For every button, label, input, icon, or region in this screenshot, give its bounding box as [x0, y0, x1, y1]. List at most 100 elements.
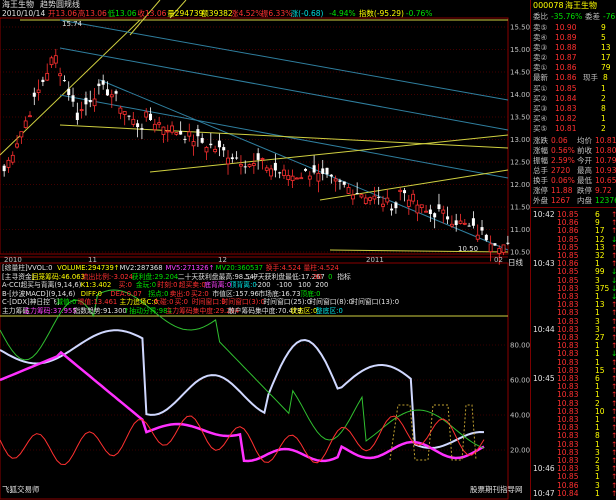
candle-body	[286, 175, 291, 180]
candle-body	[446, 216, 450, 220]
indicator-tick-label: 80.00	[510, 342, 530, 350]
candle-body	[484, 234, 488, 241]
candle-body	[338, 180, 342, 182]
ohlc-field: 高13.06	[77, 9, 107, 18]
candle-body	[67, 88, 71, 96]
indicator-field: 0	[328, 272, 333, 281]
candle-body	[256, 153, 260, 160]
committee-label: 委比	[533, 12, 548, 21]
candle-body	[403, 190, 407, 194]
candle-body	[415, 204, 420, 214]
sell-level: 卖⑤ 10.90 9	[531, 23, 616, 32]
indicator-tick-label: 40.00	[510, 412, 530, 420]
candle-body	[204, 146, 209, 153]
ohlc-info-bar: 2010/10/14 开13.06 高13.06 低13.06 收13.06 量2947…	[0, 9, 530, 18]
candle-body	[131, 118, 136, 125]
indicator-field: 状态区:0	[290, 306, 318, 315]
last-price-row: 最新 10.86 现手 8	[531, 73, 616, 82]
sell-price: 10.89	[555, 33, 577, 42]
candle-body	[10, 154, 15, 163]
candle-body	[230, 157, 234, 160]
stat-value: 0.06	[551, 136, 568, 145]
buy-level: 买⑤ 10.81 2	[531, 124, 616, 133]
sell-volume: 9	[601, 23, 606, 32]
stat-value: 10.80	[595, 146, 616, 155]
stat-row: 涨跌 0.06 均价 10.81	[531, 136, 616, 145]
candle-body	[449, 223, 454, 227]
quote-header: 000078 海王生物	[531, 1, 616, 10]
candle-body	[183, 138, 187, 140]
candle-body	[209, 143, 213, 146]
sell-volume: 5	[601, 33, 606, 42]
buy-volume: 1	[601, 84, 606, 93]
stat-row: 总手 2720 最高 10.93	[531, 166, 616, 175]
kline-chart[interactable]: 15.50 15.00 14.50 14.00 13.50 13.00 12.50 12.00…	[0, 0, 530, 500]
stock-code: 000078	[533, 1, 564, 10]
buy-price: 10.83	[555, 104, 577, 113]
ohlc-field: 涨(-0.68)	[290, 9, 324, 18]
ohlc-field: 开13.06	[48, 9, 77, 18]
ohlc-field: 振6.33%	[260, 9, 293, 18]
price-tick-label: 10.50	[510, 249, 530, 257]
candle-body	[88, 100, 92, 103]
price-tick-label: 12.50	[510, 159, 530, 167]
indicator-field: 整底区:0	[315, 306, 343, 315]
committee-value: -35.76%	[551, 12, 583, 21]
chart-name: 趋势圆规线	[40, 0, 80, 9]
ohlc-field: 指数(-95.29)	[358, 9, 404, 18]
candle-body	[462, 222, 467, 225]
candle-body	[97, 83, 101, 87]
indicator-field: 指数趋势:91.300	[73, 306, 127, 315]
candle-body	[312, 165, 316, 173]
candle-body	[385, 197, 390, 203]
stat-label: 最高	[577, 166, 592, 175]
candle-body	[243, 166, 247, 168]
sell-level: 卖② 10.87 17	[531, 53, 616, 62]
tick-row: 10:4710.84 1 ↑	[531, 489, 616, 498]
buy-volume: 2	[601, 94, 606, 103]
ohlc-field: 低13.06	[107, 9, 137, 18]
candle-body	[501, 244, 506, 253]
ohlc-field: 额39382	[201, 9, 233, 18]
candle-body	[222, 147, 226, 151]
candle-body	[235, 157, 239, 159]
candle-body	[506, 242, 510, 244]
candle-body	[62, 80, 66, 82]
stat-label: 涨跌	[533, 136, 548, 145]
indicator-tick-label: 20.00	[510, 447, 530, 455]
buy-level: 买② 10.84 2	[531, 94, 616, 103]
candle-body	[127, 115, 131, 117]
buy-level: 买④ 10.82 1	[531, 114, 616, 123]
high-annotation: 15.74	[62, 20, 83, 28]
sell-label: 卖⑤	[533, 23, 548, 32]
candle-body	[441, 209, 446, 214]
ohlc-field: 收13.06	[137, 9, 167, 18]
candle-body	[75, 112, 79, 121]
stat-label: 外盘	[533, 196, 548, 205]
stat-value: 2.59%	[551, 156, 575, 165]
candle-body	[294, 177, 299, 180]
candle-body	[433, 213, 437, 218]
stat-label: 总手	[533, 166, 548, 175]
last-label: 最新	[533, 73, 548, 82]
buy-price: 10.85	[555, 84, 577, 93]
candle-body	[390, 208, 394, 211]
last-price: 10.86	[555, 73, 577, 82]
candle-body	[304, 168, 308, 171]
diff-value: -76	[603, 12, 616, 21]
ohlc-field: 涨4.52%	[231, 9, 263, 18]
stat-value: 12376	[595, 196, 616, 205]
candle-body	[122, 111, 127, 115]
candle-body	[307, 175, 312, 180]
candle-body	[419, 204, 424, 209]
price-tick-label: 15.50	[510, 24, 530, 32]
period-tab[interactable]: 日线	[508, 258, 523, 267]
sell-level: 卖④ 10.89 5	[531, 33, 616, 42]
candle-body	[282, 169, 286, 176]
candle-body	[53, 55, 58, 64]
low-annotation: 10.50	[458, 245, 478, 253]
candle-body	[290, 175, 295, 182]
tick-time: 10:47	[533, 488, 555, 498]
footer-right-label: 股票期刊指导网	[470, 484, 523, 494]
panel-divider	[531, 207, 616, 208]
